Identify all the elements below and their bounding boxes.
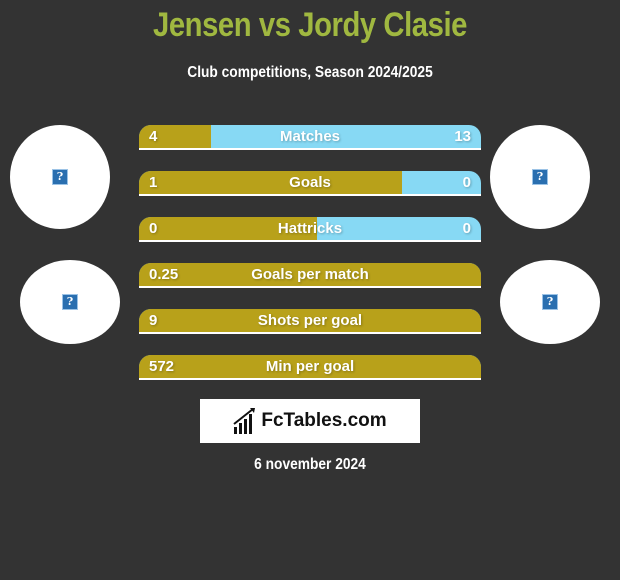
fctables-logo[interactable]: FcTables.com [200, 399, 420, 443]
stat-row-min-per-goal: Min per goal 572 [139, 355, 481, 380]
broken-image-icon: ? [532, 169, 548, 185]
stat-label: Min per goal [265, 358, 355, 375]
stat-row-goals-per-match: Goals per match 0.25 [139, 263, 481, 288]
stat-label: Shots per goal [257, 312, 363, 329]
left-value: 4 [149, 128, 158, 145]
page-title: Jensen vs Jordy Clasie [153, 6, 467, 44]
right-value: 0 [462, 174, 471, 191]
left-value: 572 [149, 358, 175, 375]
broken-image-icon: ? [62, 294, 78, 310]
logo-text: FcTables.com [261, 410, 387, 431]
left-player-avatar: ? [10, 125, 110, 229]
right-player-avatar: ? [490, 125, 590, 229]
stat-label: Hattricks [277, 220, 343, 237]
date-label: 6 november 2024 [254, 456, 366, 473]
left-value: 1 [149, 174, 158, 191]
stat-row-goals: Goals 1 0 [139, 171, 481, 196]
stat-row-shots-per-goal: Shots per goal 9 [139, 309, 481, 334]
stat-label: Matches [279, 128, 341, 145]
broken-image-icon: ? [542, 294, 558, 310]
stat-row-hattricks: Hattricks 0 0 [139, 217, 481, 242]
stat-label: Goals [289, 174, 331, 191]
left-value: 0.25 [149, 266, 179, 283]
right-value: 13 [454, 128, 471, 145]
stat-row-matches: Matches 4 13 [139, 125, 481, 150]
broken-image-icon: ? [52, 169, 68, 185]
right-value: 0 [462, 220, 471, 237]
left-value: 0 [149, 220, 158, 237]
left-value: 9 [149, 312, 158, 329]
bar-chart-icon [233, 408, 256, 434]
right-club-logo: ? [500, 260, 600, 344]
competition-subtitle: Club competitions, Season 2024/2025 [187, 64, 433, 81]
left-club-logo: ? [20, 260, 120, 344]
stat-label: Goals per match [251, 266, 369, 283]
